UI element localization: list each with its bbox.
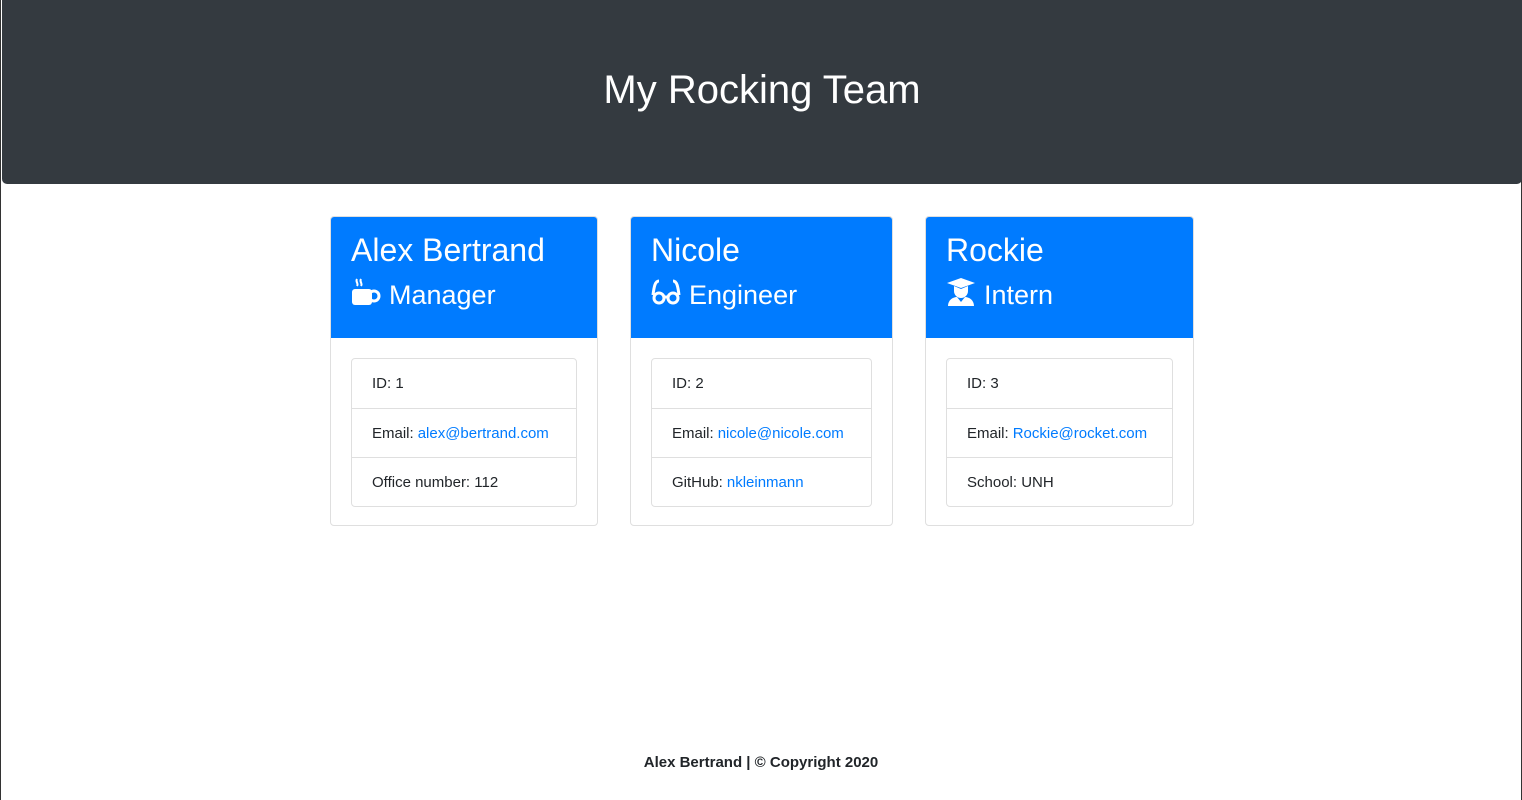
email-label: Email: [967,424,1009,442]
email-link[interactable]: nicole@nicole.com [718,425,844,442]
github-link[interactable]: nkleinmann [727,474,804,491]
info-list: ID: 2 Email: nicole@nicole.com GitHub: nkl… [651,358,872,507]
footer-text: Alex Bertrand | © Copyright 2020 [643,754,879,771]
card-header: Alex Bertrand Manager [331,217,597,338]
email-item: Email: nicole@nicole.com [652,408,871,457]
email-item: Email: Rockie@rocket.com [947,408,1172,457]
employee-role: Intern [984,280,1054,310]
office-number-item: Office number: 112 [352,457,576,506]
id-item: ID: 1 [372,375,404,392]
info-list: ID: 3 Email: Rockie@rocket.com School: UN… [946,358,1173,507]
employee-card-intern: Rockie Intern ID: 3 Email: Rockie@rocket.… [925,216,1194,526]
email-label: Email: [672,424,714,442]
page-header: My Rocking Team [2,0,1522,184]
graduate-icon [946,277,976,314]
glasses-icon [651,277,681,314]
github-label: GitHub: [672,473,723,491]
id-item: ID: 2 [672,375,704,392]
email-link[interactable]: Rockie@rocket.com [1013,425,1147,442]
employee-role: Engineer [689,280,798,310]
github-item: GitHub: nkleinmann [652,457,871,506]
employee-name: Nicole [651,232,740,268]
employee-name: Rockie [946,232,1044,268]
employee-card-manager: Alex Bertrand Manager ID: 1 Email: alex@b… [330,216,598,526]
info-list: ID: 1 Email: alex@bertrand.com Office num… [351,358,577,507]
card-header: Rockie Intern [926,217,1193,338]
employee-role: Manager [389,280,496,310]
email-label: Email: [372,424,414,442]
employee-card-engineer: Nicole Engineer ID: 2 Email: nicole@nicol… [630,216,893,526]
coffee-icon [351,277,381,314]
school-item: School: UNH [947,457,1172,506]
id-item: ID: 3 [967,375,999,392]
email-link[interactable]: alex@bertrand.com [418,425,549,442]
employee-name: Alex Bertrand [351,232,545,268]
page-title: My Rocking Team [603,67,921,112]
card-header: Nicole Engineer [631,217,892,338]
email-item: Email: alex@bertrand.com [352,408,576,457]
